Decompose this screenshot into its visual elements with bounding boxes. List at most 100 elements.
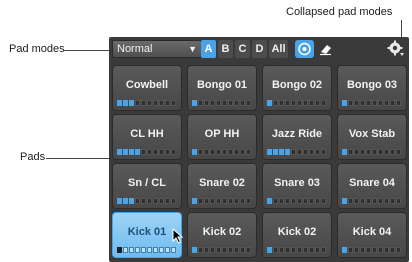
meter-segment xyxy=(246,247,251,253)
meter-segment xyxy=(309,149,314,155)
pad-level-meter xyxy=(267,247,326,253)
bank-d-button[interactable]: D xyxy=(252,40,267,58)
meter-segment xyxy=(366,247,371,253)
meter-segment xyxy=(222,100,227,106)
pad[interactable]: Snare 03 xyxy=(262,163,332,209)
meter-segment xyxy=(348,149,353,155)
meter-segment xyxy=(342,247,347,253)
pad[interactable]: Kick 02 xyxy=(187,212,257,258)
meter-segment xyxy=(315,100,320,106)
pad[interactable]: OP HH xyxy=(187,114,257,160)
meter-segment xyxy=(396,149,401,155)
meter-segment xyxy=(198,149,203,155)
pad-label: Kick 02 xyxy=(202,226,242,238)
meter-segment xyxy=(348,100,353,106)
pad[interactable]: Kick 04 xyxy=(337,212,407,258)
meter-segment xyxy=(117,247,122,253)
meter-segment xyxy=(285,247,290,253)
meter-segment xyxy=(240,247,245,253)
meter-segment xyxy=(267,100,272,106)
meter-segment xyxy=(141,100,146,106)
pad[interactable]: Sn / CL xyxy=(112,163,182,209)
pad[interactable]: Bongo 02 xyxy=(262,65,332,111)
meter-segment xyxy=(147,198,152,204)
pad-level-meter xyxy=(192,247,251,253)
pad[interactable]: Vox Stab xyxy=(337,114,407,160)
meter-segment xyxy=(360,100,365,106)
pad-label: Snare 02 xyxy=(199,177,245,189)
meter-segment xyxy=(342,100,347,106)
meter-segment xyxy=(297,198,302,204)
play-mode-button[interactable] xyxy=(295,40,314,58)
meter-segment xyxy=(222,247,227,253)
meter-segment xyxy=(171,247,176,253)
bank-b-button[interactable]: B xyxy=(218,40,233,58)
pad[interactable]: Bongo 01 xyxy=(187,65,257,111)
pad-level-meter xyxy=(267,100,326,106)
meter-segment xyxy=(321,198,326,204)
pad[interactable]: Snare 04 xyxy=(337,163,407,209)
pad-label: Snare 03 xyxy=(274,177,320,189)
meter-segment xyxy=(321,247,326,253)
callout-line-pad-modes xyxy=(64,50,112,51)
meter-segment xyxy=(159,149,164,155)
meter-segment xyxy=(192,149,197,155)
meter-segment xyxy=(366,100,371,106)
eraser-icon xyxy=(320,45,331,56)
meter-segment xyxy=(279,247,284,253)
meter-segment xyxy=(303,198,308,204)
meter-segment xyxy=(165,247,170,253)
meter-segment xyxy=(159,100,164,106)
pad-label: Kick 01 xyxy=(127,226,167,238)
pad[interactable]: CL HH xyxy=(112,114,182,160)
meter-segment xyxy=(342,149,347,155)
bank-c-button[interactable]: C xyxy=(235,40,250,58)
meter-segment xyxy=(117,100,122,106)
meter-segment xyxy=(117,198,122,204)
meter-segment xyxy=(135,149,140,155)
edit-mode-button[interactable] xyxy=(316,40,335,58)
meter-segment xyxy=(246,149,251,155)
gear-icon xyxy=(387,40,404,56)
meter-segment xyxy=(135,198,140,204)
pad-label: Cowbell xyxy=(125,79,169,91)
meter-segment xyxy=(216,149,221,155)
meter-segment xyxy=(141,149,146,155)
meter-segment xyxy=(147,149,152,155)
pad-level-meter xyxy=(117,247,176,253)
meter-segment xyxy=(135,100,140,106)
meter-segment xyxy=(210,149,215,155)
meter-segment xyxy=(240,100,245,106)
meter-segment xyxy=(198,100,203,106)
collapsed-pad-modes-button[interactable] xyxy=(387,40,405,58)
pad-level-meter xyxy=(342,149,401,155)
meter-segment xyxy=(384,100,389,106)
pad[interactable]: Bongo 03 xyxy=(337,65,407,111)
meter-segment xyxy=(360,149,365,155)
pad[interactable]: Snare 02 xyxy=(187,163,257,209)
pad-panel: Normal ▼ A B C D All Cowbell Bongo 01 Bo… xyxy=(109,37,409,262)
meter-segment xyxy=(228,247,233,253)
pad[interactable]: Cowbell xyxy=(112,65,182,111)
bank-all-button[interactable]: All xyxy=(269,40,288,58)
meter-segment xyxy=(141,198,146,204)
meter-segment xyxy=(366,198,371,204)
meter-segment xyxy=(204,198,209,204)
meter-segment xyxy=(372,247,377,253)
pad[interactable]: Kick 02 xyxy=(262,212,332,258)
bank-a-button[interactable]: A xyxy=(201,40,216,58)
meter-segment xyxy=(285,149,290,155)
meter-segment xyxy=(210,100,215,106)
meter-segment xyxy=(129,100,134,106)
pad[interactable]: Jazz Ride xyxy=(262,114,332,160)
meter-segment xyxy=(378,198,383,204)
meter-segment xyxy=(222,149,227,155)
meter-segment xyxy=(240,198,245,204)
meter-segment xyxy=(123,100,128,106)
meter-segment xyxy=(321,100,326,106)
meter-segment xyxy=(279,100,284,106)
pad-mode-dropdown[interactable]: Normal ▼ xyxy=(112,40,202,58)
pad-level-meter xyxy=(117,198,176,204)
meter-segment xyxy=(228,100,233,106)
meter-segment xyxy=(165,100,170,106)
